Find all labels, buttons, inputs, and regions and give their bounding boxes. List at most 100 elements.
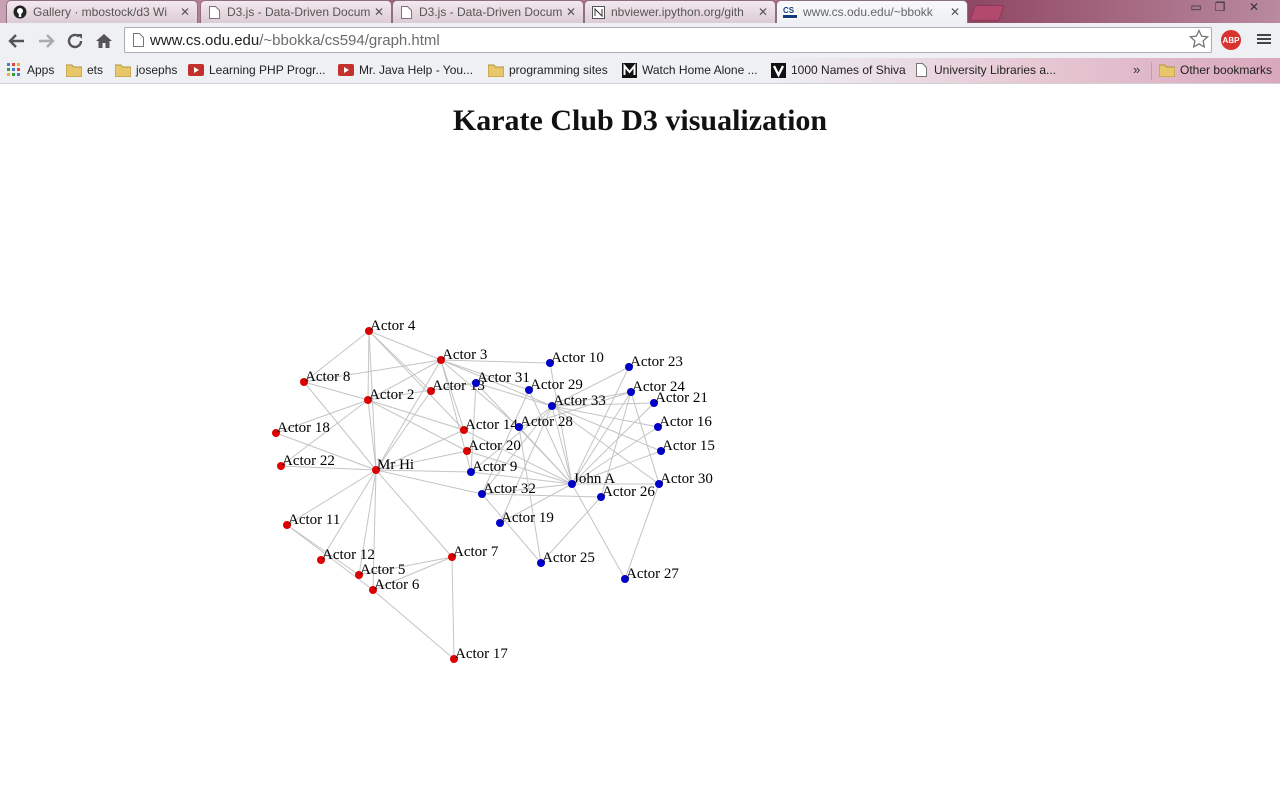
new-tab-button[interactable]: [969, 5, 1005, 21]
svg-text:CS: CS: [783, 6, 795, 15]
bookmark-label: Mr. Java Help - You...: [359, 63, 474, 77]
tab-cs-odu-active[interactable]: CS www.cs.odu.edu/~bbokk ✕: [776, 0, 968, 23]
bookmark-watch-home-alone[interactable]: Watch Home Alone ...: [621, 60, 758, 80]
graph-edge-A2-A20: [367, 399, 468, 452]
graph-node-A11[interactable]: Actor 11: [283, 512, 340, 529]
node-label: Actor 17: [455, 646, 508, 662]
graph-node-A28[interactable]: Actor 28: [515, 414, 573, 431]
graph-node-A23[interactable]: Actor 23: [625, 354, 683, 371]
node-label: Actor 4: [370, 318, 416, 334]
graph-node-A22[interactable]: Actor 22: [277, 453, 335, 470]
minimize-icon[interactable]: ▭: [1184, 0, 1208, 16]
node-label: Actor 33: [553, 393, 606, 409]
graph-node-A17[interactable]: Actor 17: [450, 646, 508, 663]
graph-node-A24[interactable]: Actor 24: [627, 379, 685, 396]
close-icon[interactable]: ✕: [373, 5, 385, 19]
graph-node-A32[interactable]: Actor 32: [478, 481, 536, 498]
adblock-plus-icon[interactable]: ABP: [1221, 30, 1241, 50]
bookmark-star-icon[interactable]: [1188, 28, 1210, 54]
karate-club-network-graph: Mr Hi Actor 2 Actor 3 Actor 4 Actor 5Actor 6…: [272, 318, 715, 663]
graph-node-A6[interactable]: Actor 6: [369, 577, 420, 594]
bookmark-1000-names-of-shiva[interactable]: 1000 Names of Shiva: [770, 60, 906, 80]
bookmark-learning-php[interactable]: Learning PHP Progr...: [188, 60, 326, 80]
node-label: Actor 10: [551, 350, 604, 366]
chrome-menu-icon[interactable]: [1256, 31, 1272, 47]
bookmark-other-bookmarks[interactable]: Other bookmarks: [1159, 60, 1272, 80]
bookmark-mr-java-help[interactable]: Mr. Java Help - You...: [338, 60, 473, 80]
graph-edge-MrHi-A3: [375, 359, 442, 471]
bookmark-university-libraries[interactable]: University Libraries a...: [913, 60, 1056, 80]
graph-node-A12[interactable]: Actor 12: [317, 547, 375, 564]
node-label: Actor 24: [632, 379, 685, 395]
node-label: Actor 14: [465, 417, 518, 433]
url-text[interactable]: www.cs.odu.edu/~bbokka/cs594/graph.html: [150, 32, 440, 49]
bookmark-folder-josephs[interactable]: josephs: [115, 60, 177, 80]
graph-node-MrHi[interactable]: Mr Hi: [372, 457, 414, 474]
nbviewer-icon: [591, 5, 605, 19]
graph-node-A8[interactable]: Actor 8: [300, 369, 350, 386]
graph-node-A3[interactable]: Actor 3: [437, 347, 487, 364]
close-icon[interactable]: ✕: [179, 5, 191, 19]
tab-d3js-2[interactable]: D3.js - Data-Driven Docum ✕: [392, 0, 584, 23]
address-bar[interactable]: www.cs.odu.edu/~bbokka/cs594/graph.html: [124, 27, 1212, 53]
graph-node-A4[interactable]: Actor 4: [365, 318, 416, 335]
bookmarks-overflow-chevron[interactable]: »: [1133, 62, 1140, 77]
graph-node-A33[interactable]: Actor 33: [548, 393, 606, 410]
youtube-icon: [338, 63, 354, 77]
graph-node-A30[interactable]: Actor 30: [655, 471, 713, 488]
graph-node-A9[interactable]: Actor 9: [467, 459, 517, 476]
document-icon: [207, 5, 221, 19]
node-label: Actor 11: [288, 512, 340, 528]
node-label: Actor 2: [369, 387, 414, 403]
window-close-icon[interactable]: ✕: [1236, 0, 1272, 16]
url-host: www.cs.odu.edu: [150, 32, 260, 49]
close-icon[interactable]: ✕: [757, 5, 769, 19]
node-label: Mr Hi: [377, 457, 414, 473]
graph-node-A16[interactable]: Actor 16: [654, 414, 712, 431]
bookmarks-bar: Apps ets josephs Learning PHP Progr... M…: [0, 58, 1280, 84]
node-label: Actor 28: [520, 414, 573, 430]
bookmark-label: josephs: [136, 63, 178, 77]
graph-node-A29[interactable]: Actor 29: [525, 377, 583, 394]
graph-node-A10[interactable]: Actor 10: [546, 350, 604, 367]
node-label: Actor 25: [542, 550, 595, 566]
graph-node-A19[interactable]: Actor 19: [496, 510, 554, 527]
tab-nbviewer[interactable]: nbviewer.ipython.org/gith ✕: [584, 0, 776, 23]
node-label: Actor 30: [660, 471, 713, 487]
graph-node-A27[interactable]: Actor 27: [621, 566, 679, 583]
bookmark-folder-ets[interactable]: ets: [66, 60, 103, 80]
bookmarks-divider: [1151, 62, 1152, 80]
graph-edge-MrHi-A7: [375, 469, 453, 558]
home-button[interactable]: [93, 30, 115, 52]
graph-node-A25[interactable]: Actor 25: [537, 550, 595, 567]
node-label: Actor 20: [468, 438, 521, 454]
graph-node-A2[interactable]: Actor 2: [364, 387, 414, 404]
back-button[interactable]: [6, 30, 28, 52]
graph-node-A18[interactable]: Actor 18: [272, 420, 330, 437]
graph-node-JohnA[interactable]: John A: [568, 471, 615, 488]
folder-icon: [1159, 63, 1175, 77]
tab-strip: Gallery · mbostock/d3 Wi ✕ D3.js - Data-…: [0, 0, 1280, 23]
node-label: Actor 5: [360, 562, 405, 578]
graph-node-A31[interactable]: Actor 31: [472, 370, 530, 387]
bookmark-apps[interactable]: Apps: [6, 60, 54, 80]
graph-edge-A6-A17: [372, 589, 455, 660]
close-icon[interactable]: ✕: [949, 5, 961, 19]
graph-node-A7[interactable]: Actor 7: [448, 544, 499, 561]
tab-github-gallery[interactable]: Gallery · mbostock/d3 Wi ✕: [6, 0, 198, 23]
reload-button[interactable]: [64, 30, 86, 52]
close-icon[interactable]: ✕: [565, 5, 577, 19]
graph-node-A20[interactable]: Actor 20: [463, 438, 521, 455]
bookmark-folder-programming-sites[interactable]: programming sites: [488, 60, 608, 80]
restore-icon[interactable]: ❐: [1208, 0, 1232, 16]
github-icon: [13, 5, 27, 19]
tab-d3js-1[interactable]: D3.js - Data-Driven Docum ✕: [200, 0, 392, 23]
node-label: Actor 22: [282, 453, 335, 469]
tab-title: nbviewer.ipython.org/gith: [611, 5, 744, 19]
bookmark-label: Other bookmarks: [1180, 63, 1273, 77]
back-arrow-icon: [8, 34, 24, 48]
graph-node-A14[interactable]: Actor 14: [460, 417, 518, 434]
forward-button[interactable]: [35, 30, 57, 52]
graph-node-A15[interactable]: Actor 15: [657, 438, 715, 455]
node-label: Actor 7: [453, 544, 499, 560]
